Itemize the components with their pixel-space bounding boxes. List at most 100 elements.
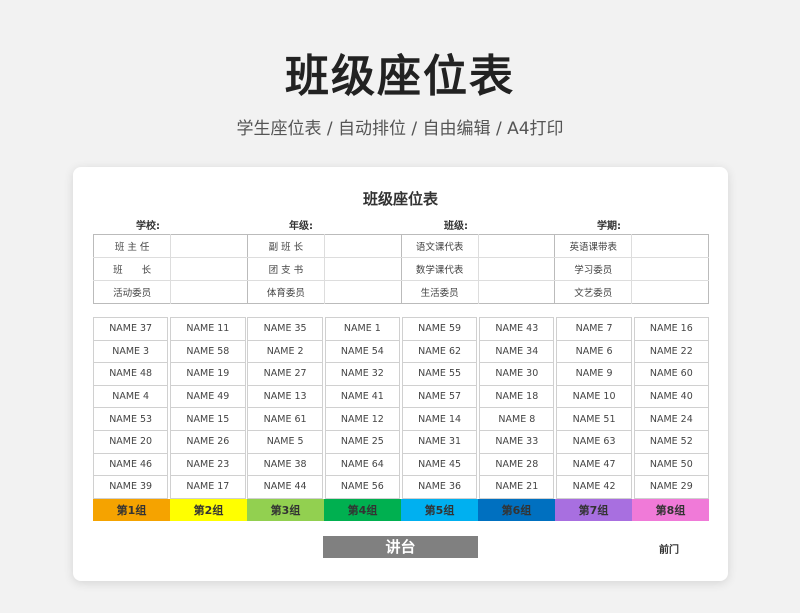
officer-name-cell[interactable] <box>324 257 402 281</box>
class-officers-table: 班 主 任 副 班 长 语文课代表 英语课带表班 长 团 支 书 数学课代表 学习委员 活动委… <box>93 234 709 304</box>
seat-cell[interactable]: NAME 1 <box>324 317 401 341</box>
seat-cell[interactable]: NAME 54 <box>324 339 401 364</box>
seat-cell[interactable]: NAME 27 <box>247 362 323 386</box>
officer-name-cell[interactable] <box>478 280 556 304</box>
term-label: 学期: <box>597 221 621 232</box>
seat-cell[interactable]: NAME 61 <box>247 407 323 431</box>
seat-cell[interactable]: NAME 28 <box>479 452 555 477</box>
seat-cell[interactable]: NAME 63 <box>556 429 632 454</box>
seat-cell[interactable]: NAME 19 <box>170 362 246 386</box>
seat-cell[interactable]: NAME 42 <box>556 475 632 499</box>
seating-grid: NAME 37 NAME 11 NAME 35 NAME 1 NAME 59 NAME 4… <box>92 317 710 499</box>
officer-role-label: 班 主 任 <box>93 234 172 258</box>
seat-cell[interactable]: NAME 23 <box>170 452 246 477</box>
seat-cell[interactable]: NAME 48 <box>92 362 169 386</box>
seat-cell[interactable]: NAME 38 <box>247 452 323 477</box>
officer-role-label: 副 班 长 <box>247 234 325 258</box>
seat-cell[interactable]: NAME 12 <box>324 407 401 431</box>
seat-cell[interactable]: NAME 24 <box>633 407 710 431</box>
seat-cell[interactable]: NAME 36 <box>401 475 478 499</box>
seat-cell[interactable]: NAME 26 <box>170 429 246 454</box>
seat-cell[interactable]: NAME 51 <box>556 407 632 431</box>
seat-row: NAME 3 NAME 58 NAME 2 NAME 54 NAME 62 NAME 34… <box>92 339 710 364</box>
officer-name-cell[interactable] <box>631 280 709 304</box>
seat-row: NAME 20 NAME 26 NAME 5 NAME 25 NAME 31 NAME 3… <box>92 429 710 454</box>
seat-cell[interactable]: NAME 34 <box>479 339 555 364</box>
group-label: 第8组 <box>632 499 709 521</box>
seat-cell[interactable]: NAME 2 <box>247 339 323 364</box>
seat-cell[interactable]: NAME 7 <box>556 317 632 341</box>
seat-cell[interactable]: NAME 4 <box>92 384 169 409</box>
officer-name-cell[interactable] <box>170 257 248 281</box>
officer-role-label: 班 长 <box>93 257 172 281</box>
group-label: 第5组 <box>401 499 478 521</box>
seat-cell[interactable]: NAME 35 <box>247 317 323 341</box>
officer-role-label: 活动委员 <box>93 280 172 304</box>
officer-name-cell[interactable] <box>478 234 556 258</box>
seat-cell[interactable]: NAME 13 <box>247 384 323 409</box>
seat-cell[interactable]: NAME 18 <box>479 384 555 409</box>
officer-name-cell[interactable] <box>324 280 402 304</box>
seat-cell[interactable]: NAME 17 <box>170 475 246 499</box>
officer-name-cell[interactable] <box>324 234 402 258</box>
class-label: 班级: <box>444 221 468 232</box>
seat-cell[interactable]: NAME 15 <box>170 407 246 431</box>
seat-cell[interactable]: NAME 58 <box>170 339 246 364</box>
group-labels-row: 第1组 第2组 第3组 第4组 第5组 第6组 第7组 第8组 <box>93 499 709 521</box>
seat-cell[interactable]: NAME 57 <box>401 384 478 409</box>
seat-cell[interactable]: NAME 37 <box>92 317 169 341</box>
seat-cell[interactable]: NAME 53 <box>92 407 169 431</box>
officer-name-cell[interactable] <box>170 280 248 304</box>
seat-cell[interactable]: NAME 3 <box>92 339 169 364</box>
seat-cell[interactable]: NAME 49 <box>170 384 246 409</box>
officer-name-cell[interactable] <box>631 257 709 281</box>
seat-cell[interactable]: NAME 50 <box>633 452 710 477</box>
seat-cell[interactable]: NAME 29 <box>633 475 710 499</box>
officer-row: 班 长 团 支 书 数学课代表 学习委员 <box>93 257 709 281</box>
officer-row: 活动委员 体育委员 生活委员 文艺委员 <box>93 280 709 304</box>
seat-cell[interactable]: NAME 11 <box>170 317 246 341</box>
seat-cell[interactable]: NAME 32 <box>324 362 401 386</box>
seat-row: NAME 37 NAME 11 NAME 35 NAME 1 NAME 59 NAME 4… <box>92 317 710 341</box>
seat-cell[interactable]: NAME 60 <box>633 362 710 386</box>
officer-name-cell[interactable] <box>478 257 556 281</box>
seat-cell[interactable]: NAME 59 <box>401 317 478 341</box>
page-title: 班级座位表 <box>285 51 515 102</box>
seat-cell[interactable]: NAME 40 <box>633 384 710 409</box>
seat-cell[interactable]: NAME 64 <box>324 452 401 477</box>
seat-cell[interactable]: NAME 20 <box>92 429 169 454</box>
seat-cell[interactable]: NAME 30 <box>479 362 555 386</box>
officer-role-label: 语文课代表 <box>401 234 479 258</box>
seat-cell[interactable]: NAME 41 <box>324 384 401 409</box>
seat-cell[interactable]: NAME 21 <box>479 475 555 499</box>
seat-cell[interactable]: NAME 62 <box>401 339 478 364</box>
seat-cell[interactable]: NAME 8 <box>479 407 555 431</box>
seat-cell[interactable]: NAME 33 <box>479 429 555 454</box>
seat-cell[interactable]: NAME 5 <box>247 429 323 454</box>
officer-name-cell[interactable] <box>170 234 248 258</box>
seat-cell[interactable]: NAME 16 <box>633 317 710 341</box>
seat-cell[interactable]: NAME 25 <box>324 429 401 454</box>
seat-row: NAME 48 NAME 19 NAME 27 NAME 32 NAME 55 NAME … <box>92 362 710 386</box>
seat-cell[interactable]: NAME 44 <box>247 475 323 499</box>
seat-cell[interactable]: NAME 52 <box>633 429 710 454</box>
seat-cell[interactable]: NAME 45 <box>401 452 478 477</box>
group-label: 第1组 <box>93 499 170 521</box>
seat-cell[interactable]: NAME 46 <box>92 452 169 477</box>
group-label: 第2组 <box>170 499 247 521</box>
seat-cell[interactable]: NAME 31 <box>401 429 478 454</box>
seat-cell[interactable]: NAME 9 <box>556 362 632 386</box>
seat-cell[interactable]: NAME 14 <box>401 407 478 431</box>
officer-role-label: 生活委员 <box>401 280 479 304</box>
school-label: 学校: <box>136 221 160 232</box>
seat-cell[interactable]: NAME 47 <box>556 452 632 477</box>
seat-cell[interactable]: NAME 43 <box>479 317 555 341</box>
seat-cell[interactable]: NAME 39 <box>92 475 169 499</box>
seat-cell[interactable]: NAME 56 <box>324 475 401 499</box>
seat-cell[interactable]: NAME 10 <box>556 384 632 409</box>
officer-name-cell[interactable] <box>631 234 709 258</box>
seat-cell[interactable]: NAME 6 <box>556 339 632 364</box>
officer-role-label: 学习委员 <box>554 257 633 281</box>
seat-cell[interactable]: NAME 22 <box>633 339 710 364</box>
seat-cell[interactable]: NAME 55 <box>401 362 478 386</box>
